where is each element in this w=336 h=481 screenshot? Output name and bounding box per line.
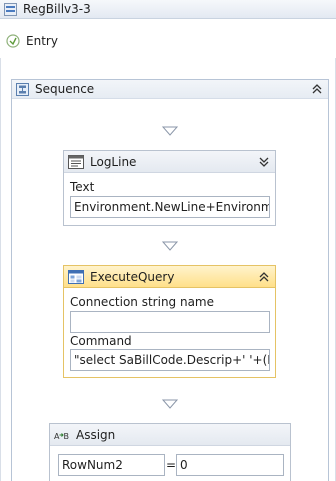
- svg-text:A: A: [54, 432, 60, 441]
- command-label: Command: [70, 334, 132, 348]
- logline-title: LogLine: [90, 154, 137, 169]
- connection-string-field[interactable]: [70, 311, 270, 333]
- logline-header[interactable]: LogLine: [64, 151, 275, 173]
- double-chevron-down-icon: [259, 157, 269, 167]
- assign-equals-sign: =: [166, 458, 177, 472]
- entry-icon: [6, 34, 20, 48]
- assign-value-field[interactable]: 0: [176, 454, 284, 476]
- assign-to-field[interactable]: RowNum2: [58, 454, 165, 476]
- database-query-icon: [68, 269, 84, 284]
- sequence-title: Sequence: [35, 82, 95, 96]
- entry-label: Entry: [26, 34, 58, 48]
- svg-text:B: B: [64, 432, 70, 441]
- logline-text-field[interactable]: Environment.NewLine+Environmen: [70, 196, 270, 218]
- logline-text-label: Text: [70, 180, 95, 194]
- connection-string-label: Connection string name: [70, 295, 215, 309]
- logline-expand-button[interactable]: [257, 155, 271, 169]
- command-field[interactable]: "select SaBillCode.Descrip+' '+(Per: [70, 349, 270, 371]
- sequence-icon: [16, 82, 29, 96]
- window-title: RegBillv3-3: [23, 2, 91, 16]
- log-icon: [68, 154, 84, 169]
- assign-header[interactable]: A B Assign: [50, 424, 290, 446]
- assign-title: Assign: [76, 427, 116, 442]
- sequence-header[interactable]: Sequence: [12, 80, 328, 99]
- drop-arrow-icon[interactable]: [162, 399, 178, 409]
- workflow-icon: [4, 2, 17, 16]
- double-chevron-up-icon: [259, 272, 269, 282]
- sequence-collapse-button[interactable]: [310, 82, 324, 96]
- window-titlebar: RegBillv3-3: [0, 0, 336, 19]
- drop-arrow-icon[interactable]: [162, 126, 178, 136]
- drop-arrow-icon[interactable]: [162, 241, 178, 251]
- executequery-header[interactable]: ExecuteQuery: [64, 266, 275, 288]
- entry-node[interactable]: Entry: [6, 33, 58, 49]
- double-chevron-up-icon: [312, 84, 322, 94]
- assign-icon: A B: [54, 432, 70, 441]
- executequery-title: ExecuteQuery: [90, 269, 175, 284]
- executequery-collapse-button[interactable]: [257, 270, 271, 284]
